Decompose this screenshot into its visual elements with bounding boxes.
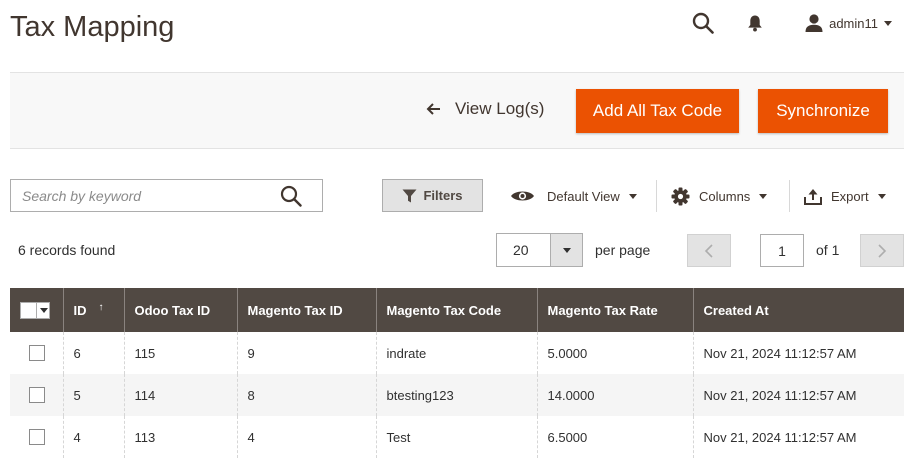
column-header-created-at[interactable]: Created At (692, 288, 904, 332)
toolbar-divider (789, 180, 790, 212)
cell-magento-tax-code: Test (375, 416, 537, 458)
table-row[interactable]: 4 113 4 Test 6.5000 Nov 21, 2024 11:12:5… (10, 416, 904, 458)
per-page-toggle[interactable] (550, 234, 582, 266)
search-input[interactable] (11, 180, 271, 211)
cell-id: 4 (62, 416, 124, 458)
view-logs-link[interactable]: View Log(s) (426, 99, 544, 119)
toolbar-divider (656, 180, 657, 212)
sort-ascending-icon: ↑ (98, 302, 104, 313)
cell-magento-tax-id: 9 (236, 332, 376, 374)
column-header-magento-tax-id[interactable]: Magento Tax ID (236, 288, 376, 332)
mass-select-checkbox (21, 302, 37, 318)
cell-magento-tax-rate: 5.0000 (536, 332, 693, 374)
page-actions-bar: View Log(s) Add All Tax Code Synchronize (10, 72, 904, 149)
export-label: Export (831, 188, 869, 204)
export-icon (804, 188, 822, 205)
arrow-left-icon (426, 102, 442, 116)
tax-mapping-grid: ID ↑ Odoo Tax ID Magento Tax ID Magento … (10, 288, 904, 458)
next-page-button[interactable] (860, 234, 904, 267)
chevron-right-icon (878, 243, 887, 258)
chevron-down-icon (628, 193, 637, 199)
columns-label: Columns (699, 188, 751, 204)
columns-dropdown[interactable]: Columns (671, 184, 768, 208)
mass-select-dropdown[interactable] (20, 301, 50, 319)
search-icon (280, 185, 302, 207)
row-checkbox[interactable] (29, 345, 45, 361)
previous-page-button[interactable] (687, 234, 731, 267)
cell-id: 5 (62, 374, 124, 416)
gear-icon (671, 187, 690, 205)
cell-magento-tax-rate: 14.0000 (536, 374, 693, 416)
per-page-value: 20 (513, 242, 529, 258)
search-icon (692, 12, 714, 34)
row-select-cell (10, 374, 63, 416)
filters-label: Filters (423, 188, 463, 203)
filter-icon (402, 189, 417, 202)
user-menu[interactable]: admin11 (804, 13, 892, 33)
cell-created-at: Nov 21, 2024 11:12:57 AM (692, 332, 904, 374)
default-view-dropdown[interactable]: Default View (510, 184, 637, 208)
column-header-magento-tax-code[interactable]: Magento Tax Code (375, 288, 537, 332)
grid-header-row: ID ↑ Odoo Tax ID Magento Tax ID Magento … (10, 288, 904, 332)
user-name: admin11 (829, 15, 878, 31)
user-icon (805, 14, 823, 32)
notifications-button[interactable] (742, 10, 768, 36)
export-dropdown[interactable]: Export (804, 184, 886, 208)
column-header-odoo-tax-id[interactable]: Odoo Tax ID (123, 288, 237, 332)
filters-button[interactable]: Filters (382, 179, 483, 212)
cell-odoo-tax-id: 113 (123, 416, 237, 458)
cell-created-at: Nov 21, 2024 11:12:57 AM (692, 416, 904, 458)
chevron-left-icon (704, 243, 713, 258)
cell-id: 6 (62, 332, 124, 374)
view-logs-label: View Log(s) (455, 99, 545, 118)
cell-magento-tax-code: btesting123 (375, 374, 537, 416)
row-checkbox[interactable] (29, 429, 45, 445)
row-select-cell (10, 416, 63, 458)
cell-magento-tax-rate: 6.5000 (536, 416, 693, 458)
default-view-label: Default View (547, 188, 620, 204)
row-checkbox[interactable] (29, 387, 45, 403)
chevron-down-icon (40, 307, 48, 313)
page-title: Tax Mapping (10, 11, 175, 43)
cell-odoo-tax-id: 115 (123, 332, 237, 374)
cell-created-at: Nov 21, 2024 11:12:57 AM (692, 374, 904, 416)
header-actions: admin11 (690, 10, 892, 36)
records-count: 6 records found (18, 242, 116, 258)
current-page-input[interactable] (760, 234, 804, 267)
global-search-button[interactable] (690, 10, 716, 36)
chevron-down-icon (877, 193, 886, 199)
cell-odoo-tax-id: 114 (123, 374, 237, 416)
cell-magento-tax-id: 8 (236, 374, 376, 416)
cell-magento-tax-id: 4 (236, 416, 376, 458)
keyword-search (10, 179, 323, 212)
cell-magento-tax-code: indrate (375, 332, 537, 374)
search-submit-button[interactable] (280, 185, 302, 207)
row-select-cell (10, 332, 63, 374)
mass-select-column (10, 288, 63, 332)
chevron-down-icon (884, 20, 892, 26)
bell-icon (748, 15, 762, 32)
table-row[interactable]: 6 115 9 indrate 5.0000 Nov 21, 2024 11:1… (10, 332, 904, 374)
column-header-magento-tax-rate[interactable]: Magento Tax Rate (536, 288, 693, 332)
chevron-down-icon (759, 193, 768, 199)
eye-icon (511, 191, 534, 201)
per-page-select[interactable]: 20 (496, 233, 583, 267)
per-page-label: per page (595, 242, 651, 258)
total-pages: of 1 (816, 242, 840, 258)
table-row[interactable]: 5 114 8 btesting123 14.0000 Nov 21, 2024… (10, 374, 904, 416)
synchronize-button[interactable]: Synchronize (758, 89, 888, 133)
add-all-tax-code-button[interactable]: Add All Tax Code (576, 89, 739, 133)
chevron-down-icon (562, 247, 571, 253)
column-header-id[interactable]: ID ↑ (62, 288, 124, 332)
